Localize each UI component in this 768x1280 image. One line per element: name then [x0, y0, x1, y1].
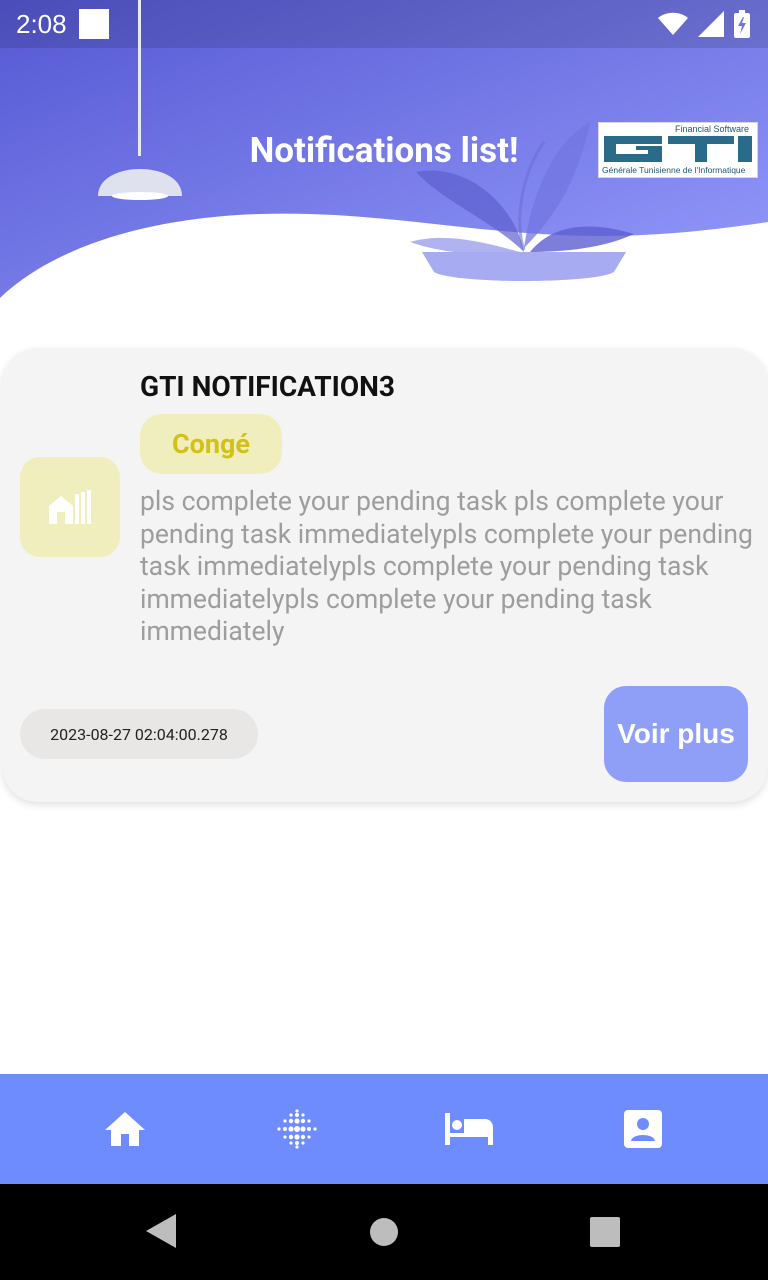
nav-item-grid[interactable] [272, 1104, 322, 1154]
bottom-navigation [0, 1074, 768, 1184]
notification-card[interactable]: GTI NOTIFICATION3 Congé pls complete you… [2, 348, 768, 802]
nav-item-home[interactable] [100, 1104, 150, 1154]
lamp-illustration [98, 0, 182, 200]
category-badge: Congé [140, 414, 282, 474]
contact-card-icon [624, 1110, 662, 1148]
notification-message: pls complete your pending task pls compl… [140, 486, 753, 647]
back-icon[interactable] [146, 1214, 176, 1248]
recents-square-icon[interactable] [590, 1217, 620, 1247]
notification-type-icon [20, 457, 120, 557]
signal-icon [698, 11, 724, 37]
gti-logo: Financial Software Générale Tunisienne d… [598, 122, 758, 178]
voir-plus-button[interactable]: Voir plus [604, 686, 748, 782]
home-icon [105, 1112, 145, 1146]
nav-item-leave[interactable] [444, 1104, 494, 1154]
status-time: 2:08 [16, 8, 67, 39]
system-navigation-bar [0, 1184, 768, 1280]
dots-grid-icon [277, 1109, 317, 1149]
buildings-icon [49, 490, 91, 524]
bed-icon [445, 1113, 493, 1145]
header: 2:08 Notifications list! Financial Softw… [0, 0, 768, 310]
notification-title: GTI NOTIFICATION3 [140, 370, 395, 403]
home-circle-icon[interactable] [370, 1218, 398, 1246]
wifi-icon [658, 12, 688, 35]
battery-charging-icon [734, 10, 750, 38]
nav-item-profile[interactable] [618, 1104, 668, 1154]
logo-tagline-bottom: Générale Tunisienne de l'Informatique [602, 165, 746, 175]
notification-date: 2023-08-27 02:04:00.278 [20, 709, 258, 759]
gti-logo-mark [604, 136, 752, 162]
logo-tagline-top: Financial Software [674, 124, 749, 134]
